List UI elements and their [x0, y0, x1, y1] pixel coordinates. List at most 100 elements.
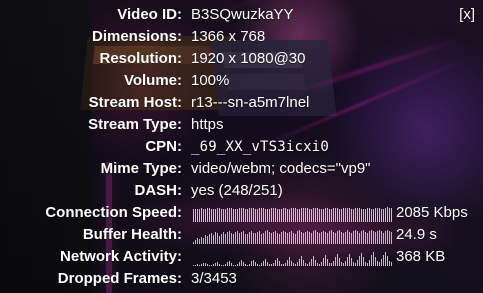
- graph-bar: [387, 207, 388, 222]
- graph-bar: [295, 264, 296, 266]
- graph-bar: [331, 230, 332, 244]
- stat-row-stream-type: Stream Type: https: [0, 114, 483, 136]
- graph-bar: [297, 262, 298, 266]
- graph-bar: [259, 265, 260, 266]
- graph-bar: [237, 209, 238, 222]
- graph-bar: [253, 208, 254, 222]
- graph-bar: [335, 257, 336, 266]
- graph-bar: [265, 231, 266, 244]
- graph-bar: [261, 263, 262, 266]
- graph-bar: [197, 264, 198, 266]
- graph-bar: [381, 259, 382, 266]
- graph-bar: [389, 261, 390, 266]
- graph-bar: [355, 208, 356, 222]
- graph-bar: [299, 259, 300, 266]
- graph-bar: [301, 208, 302, 222]
- close-button[interactable]: [x]: [459, 5, 475, 25]
- graph-bar: [261, 234, 262, 244]
- graph-bar: [199, 209, 200, 222]
- graph-bar: [329, 209, 330, 222]
- graph-bar: [371, 255, 372, 266]
- graph-bar: [251, 261, 252, 266]
- stat-value: 2085 Kbps: [396, 204, 468, 221]
- graph-bar: [361, 253, 362, 266]
- graph-bar: [241, 208, 242, 222]
- graph-bar: [249, 208, 250, 222]
- stat-value: https: [191, 116, 224, 133]
- graph-bar: [205, 209, 206, 222]
- graph-bar: [245, 209, 246, 222]
- graph-bar: [353, 209, 354, 222]
- graph-bar: [339, 258, 340, 266]
- graph-bar: [319, 233, 320, 244]
- graph-bar: [251, 231, 252, 244]
- graph-bar: [353, 262, 354, 266]
- graph-bar: [215, 209, 216, 222]
- graph-bar: [383, 255, 384, 266]
- graph-bar: [209, 208, 210, 222]
- graph-bar: [283, 208, 284, 222]
- stat-label: Network Activity:: [60, 248, 182, 265]
- graph-bar: [239, 208, 240, 222]
- graph-bar: [383, 209, 384, 222]
- stat-label: DASH:: [134, 182, 183, 199]
- graph-bar: [197, 209, 198, 222]
- graph-bar: [293, 208, 294, 222]
- graph-bar: [261, 208, 262, 222]
- stat-value: 368 KB: [396, 248, 446, 265]
- graph-bar: [299, 209, 300, 222]
- graph-bar: [349, 232, 350, 244]
- graph-bar: [311, 233, 312, 244]
- graph-bar: [349, 254, 350, 266]
- graph-bar: [295, 208, 296, 222]
- graph-bar: [381, 231, 382, 244]
- graph-bar: [201, 237, 202, 244]
- graph-bar: [307, 264, 308, 266]
- graph-bar: [333, 232, 334, 244]
- graph-bar: [255, 209, 256, 222]
- graph-bar: [317, 232, 318, 244]
- stat-value: yes (248/251): [191, 182, 283, 199]
- graph-bar: [279, 234, 280, 244]
- graph-bar: [381, 209, 382, 222]
- stat-value: 1366 x 768: [191, 28, 266, 45]
- graph-bar: [247, 234, 248, 244]
- graph-bar: [365, 209, 366, 222]
- graph-bar: [365, 232, 366, 244]
- graph-bar: [351, 233, 352, 244]
- graph-bar: [225, 209, 226, 222]
- stat-value: video/webm; codecs="vp9": [191, 160, 371, 177]
- graph-bar: [271, 264, 272, 266]
- graph-bar: [241, 260, 242, 266]
- graph-bar: [389, 208, 390, 222]
- graph-bar: [227, 208, 228, 222]
- graph-bar: [207, 236, 208, 244]
- graph-bar: [229, 261, 230, 266]
- graph-bar: [199, 265, 200, 266]
- graph-bar: [337, 254, 338, 266]
- graph-bar: [323, 231, 324, 244]
- graph-bar: [333, 261, 334, 266]
- graph-bar: [377, 208, 378, 222]
- graph-bar: [373, 252, 374, 266]
- graph-bar: [193, 242, 194, 244]
- graph-bar: [343, 233, 344, 244]
- graph-bar: [205, 235, 206, 244]
- graph-bar: [301, 232, 302, 244]
- graph-bar: [309, 232, 310, 244]
- video-player-stage: [x] Video ID: B3SQwuzkaYY Dimensions: 13…: [0, 0, 483, 293]
- graph-bar: [343, 263, 344, 266]
- graph-bar: [211, 209, 212, 222]
- graph-bar: [347, 208, 348, 222]
- graph-bar: [225, 264, 226, 266]
- graph-bar: [383, 233, 384, 244]
- graph-bar: [227, 262, 228, 266]
- graph-bar: [351, 209, 352, 222]
- graph-bar: [221, 209, 222, 222]
- graph-bar: [341, 209, 342, 222]
- stats-for-nerds-panel: Video ID: B3SQwuzkaYY Dimensions: 1366 x…: [0, 4, 483, 290]
- graph-bar: [337, 208, 338, 222]
- graph-bar: [351, 258, 352, 266]
- connection-speed-graph: [193, 205, 393, 222]
- graph-bar: [357, 208, 358, 222]
